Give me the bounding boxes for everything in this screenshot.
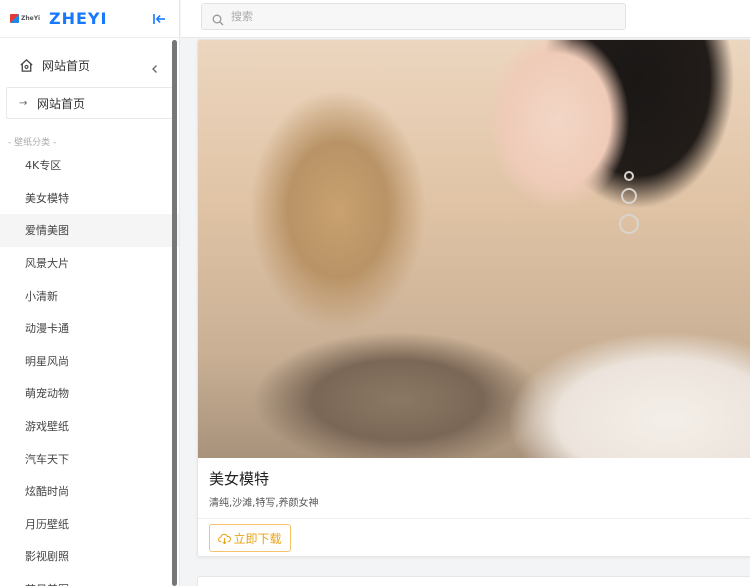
- category-item[interactable]: 汽车天下: [0, 442, 179, 475]
- card-body: 美女模特 清纯,沙滩,特写,养颜女神: [198, 458, 750, 519]
- category-item[interactable]: 炫酷时尚: [0, 475, 179, 508]
- category-item[interactable]: 明星风尚: [0, 345, 179, 378]
- submenu-item-website-home[interactable]: → 网站首页: [6, 87, 173, 119]
- earring-graphic: [619, 171, 639, 234]
- search-icon: [212, 11, 224, 25]
- category-item[interactable]: 游戏壁纸: [0, 410, 179, 443]
- collapse-sidebar-icon[interactable]: [152, 11, 166, 25]
- card-tags: 清纯,沙滩,特写,养颜女神: [209, 498, 319, 509]
- category-group-title: - 壁纸分类 -: [8, 138, 57, 148]
- chevron-left-icon[interactable]: [150, 59, 160, 73]
- category-item[interactable]: 小清新: [0, 279, 179, 312]
- arrow-right-icon: →: [19, 97, 28, 109]
- category-item[interactable]: 爱情美图: [0, 214, 179, 247]
- category-item[interactable]: 动漫卡通: [0, 312, 179, 345]
- logo-small-text: ZheYi: [21, 15, 41, 22]
- menu-website-home[interactable]: 网站首页: [0, 43, 179, 87]
- category-item[interactable]: 4K专区: [0, 149, 179, 182]
- category-item[interactable]: 月历壁纸: [0, 508, 179, 541]
- logo-image[interactable]: ZheYi: [10, 13, 44, 25]
- search-box[interactable]: [201, 3, 626, 30]
- wallpaper-card[interactable]: 美女模特 清纯,沙滩,特写,养颜女神 立即下载: [197, 39, 750, 557]
- next-wallpaper-card[interactable]: [197, 576, 750, 586]
- menu-home-label: 网站首页: [42, 58, 91, 73]
- logo-text[interactable]: ZHEYI: [49, 9, 107, 28]
- search-input[interactable]: [231, 10, 611, 23]
- category-item[interactable]: 节日美图: [0, 573, 179, 586]
- logo-mark: [10, 14, 19, 23]
- cloud-download-icon: [218, 532, 232, 545]
- category-item[interactable]: 美女模特: [0, 182, 179, 215]
- category-item[interactable]: 风景大片: [0, 247, 179, 280]
- home-icon: [19, 58, 34, 73]
- submenu-item-label: 网站首页: [37, 96, 86, 111]
- logo-bar: ZheYi ZHEYI: [0, 0, 179, 38]
- category-item[interactable]: 萌宠动物: [0, 377, 179, 410]
- wallpaper-image[interactable]: [198, 40, 750, 458]
- sidebar: ZheYi ZHEYI 网站首页 → 网站首页 - 壁纸分类 - 4K专区 美女…: [0, 0, 180, 586]
- category-list: 4K专区 美女模特 爱情美图 风景大片 小清新 动漫卡通 明星风尚 萌宠动物 游…: [0, 149, 179, 586]
- card-divider: [198, 518, 750, 519]
- category-item[interactable]: 影视剧照: [0, 540, 179, 573]
- sidebar-scrollbar[interactable]: [172, 40, 177, 586]
- top-bar: [181, 0, 750, 38]
- download-button[interactable]: 立即下载: [209, 524, 291, 552]
- download-button-label: 立即下载: [233, 531, 282, 546]
- card-title[interactable]: 美女模特: [209, 468, 745, 490]
